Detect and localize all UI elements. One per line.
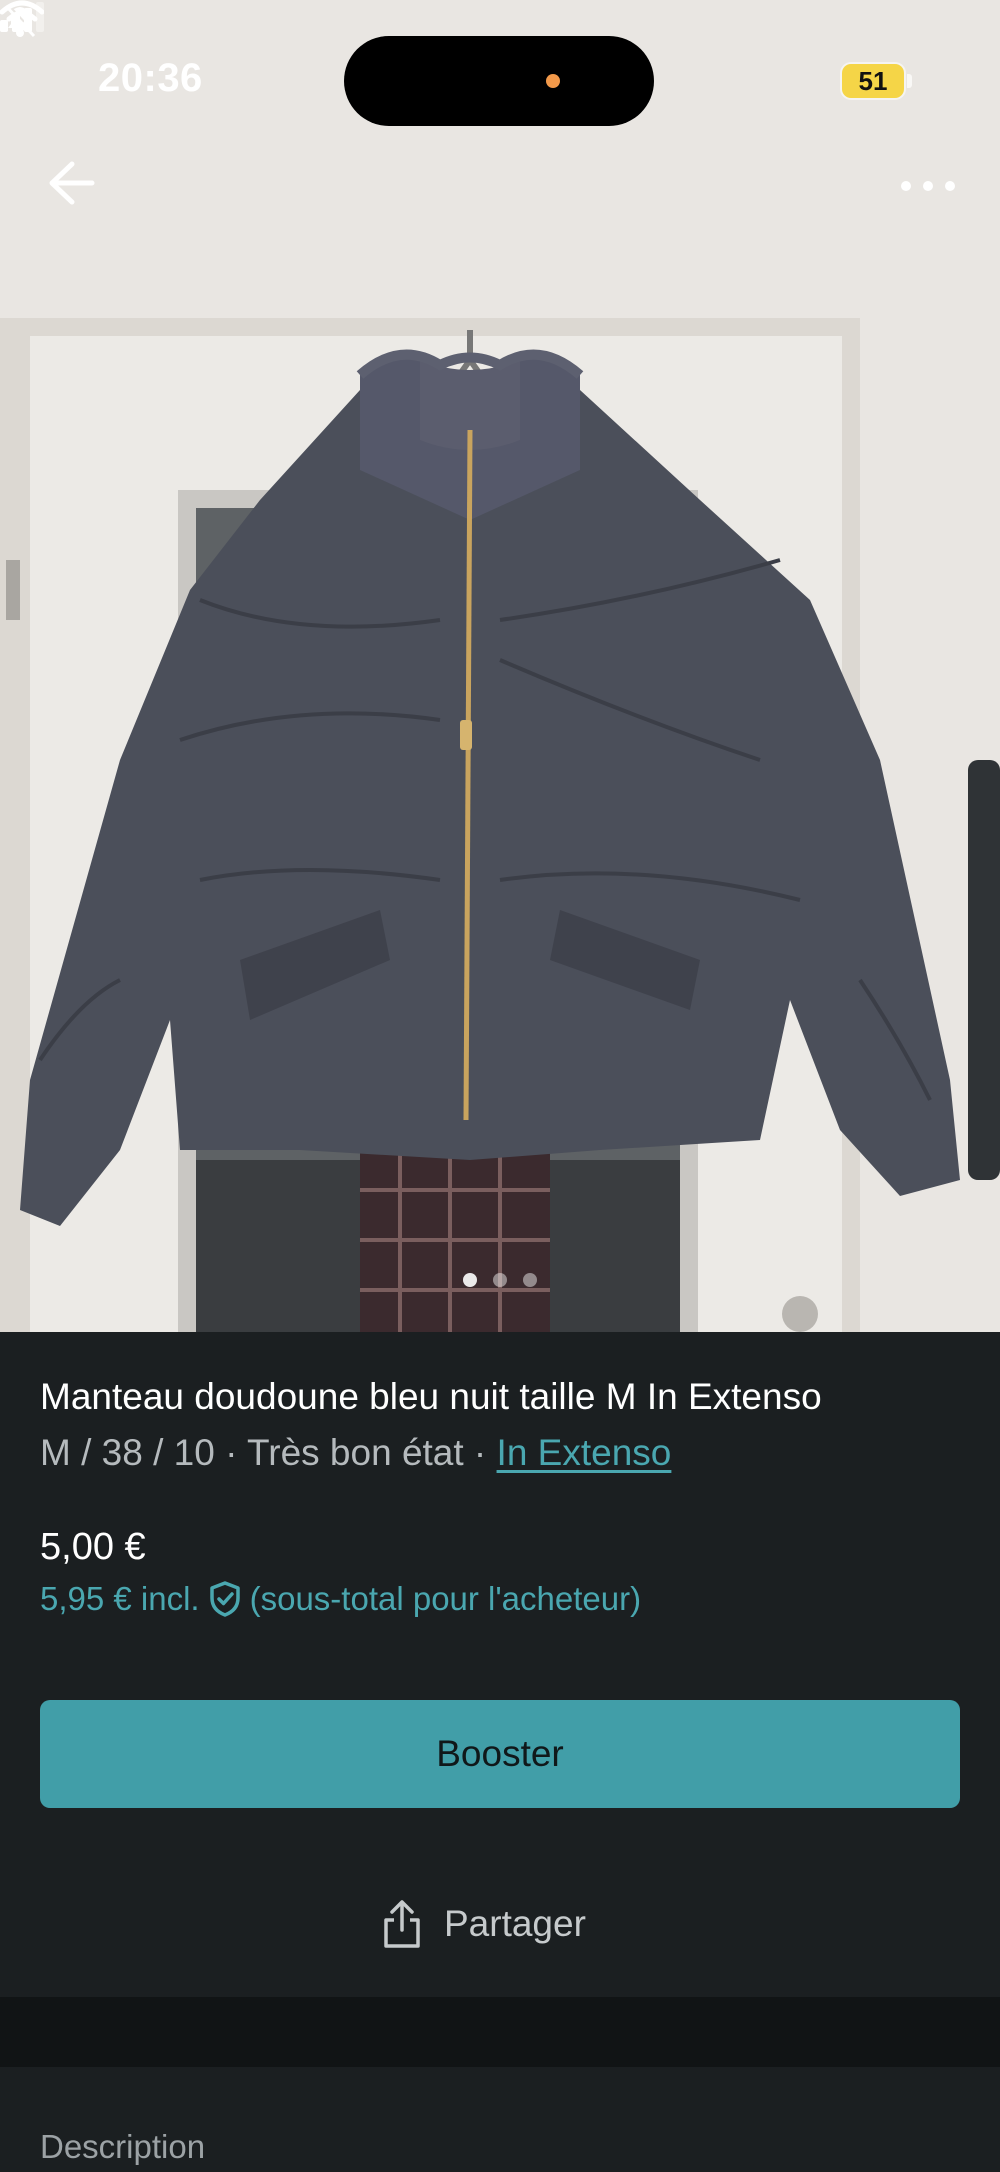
recording-indicator-icon [546,74,560,88]
product-photo[interactable]: 20:36 51 [0,0,1000,1332]
wifi-icon [0,0,44,32]
share-icon [384,1900,420,1948]
buyer-price-row[interactable]: 5,95 € incl. (sous-total pour l'acheteur… [40,1580,641,1618]
listing-details: M / 38 / 10 · Très bon état · In Extenso [40,1432,671,1474]
battery-cap [907,74,912,88]
buyer-price: 5,95 € incl. [40,1580,200,1617]
shield-check-icon [209,1581,240,1617]
arrow-left-icon [49,161,95,205]
back-button[interactable] [44,158,100,208]
buyer-price-note: (sous-total pour l'acheteur) [249,1580,642,1617]
ellipsis-icon [901,181,955,191]
status-time: 20:36 [98,56,203,100]
brand-link[interactable]: In Extenso [497,1432,672,1473]
booster-button[interactable]: Booster [40,1700,960,1808]
item-price: 5,00 € [40,1526,146,1568]
jacket-image [0,0,1000,1332]
more-options-button[interactable] [898,176,958,196]
battery-indicator: 51 [842,64,904,98]
share-label: Partager [444,1903,586,1944]
description-heading: Description [40,2128,206,2165]
share-button[interactable]: Partager [380,1894,586,1954]
listing-size-condition: M / 38 / 10 · Très bon état · [40,1432,497,1473]
section-divider [0,1997,1000,2067]
listing-title: Manteau doudoune bleu nuit taille M In E… [40,1376,822,1417]
dynamic-island [344,36,654,126]
